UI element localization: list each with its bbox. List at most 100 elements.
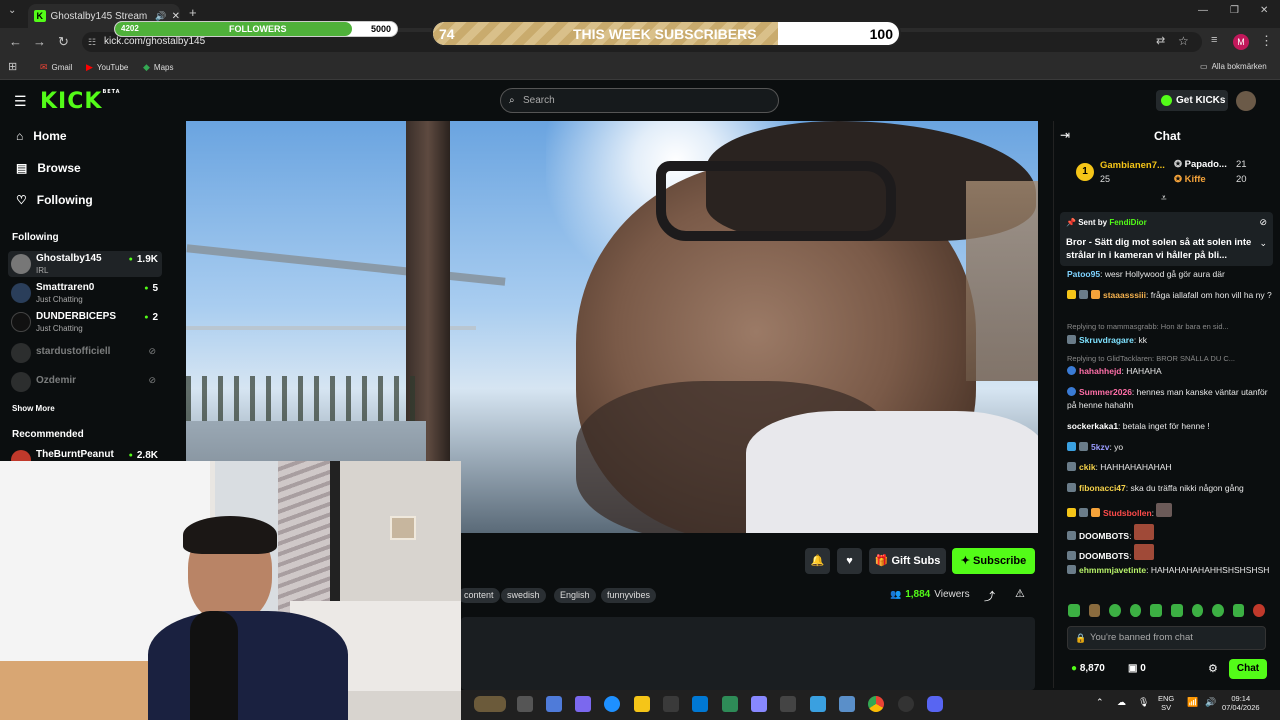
chat-username[interactable]: hahahhejd	[1079, 366, 1122, 376]
tag[interactable]: swedish	[501, 588, 546, 603]
chat-username[interactable]: Studsbollen	[1103, 508, 1152, 518]
minimize-icon[interactable]: —	[1198, 5, 1208, 16]
emote-icon[interactable]	[1109, 604, 1121, 617]
chat-send-button[interactable]: Chat	[1229, 659, 1267, 679]
pinned-sender[interactable]: FendiDior	[1109, 218, 1146, 227]
forward-icon[interactable]: →	[33, 34, 46, 49]
following-channel-offline[interactable]: Ozdemir ⊘	[8, 369, 162, 395]
subs-balance[interactable]: ▣ 0	[1128, 663, 1146, 674]
window-close-icon[interactable]: ✕	[1260, 5, 1268, 16]
reply-context[interactable]: Replying to GlidTacklaren: BROR SNÄLLA D…	[1067, 354, 1267, 363]
kicks-balance[interactable]: ● 8,870	[1071, 663, 1105, 674]
microphone-icon[interactable]: 🎙	[1138, 697, 1149, 708]
tag[interactable]: funnyvibes	[601, 588, 657, 603]
following-channel[interactable]: DUNDERBICEPS Just Chatting 2	[8, 309, 162, 335]
site-info-icon[interactable]: ☷	[88, 32, 96, 52]
emote-icon[interactable]	[1232, 604, 1245, 617]
leaderboard-name[interactable]: Gambianen7...	[1100, 160, 1165, 171]
emote-icon[interactable]	[1068, 604, 1080, 617]
chat-username[interactable]: Patoo95	[1067, 269, 1100, 279]
tray-chevron-icon[interactable]: ⌃	[1096, 697, 1104, 708]
volume-icon[interactable]: 🔊	[1205, 697, 1216, 708]
get-kicks-button[interactable]: Get KICKs	[1156, 90, 1228, 111]
chat-username[interactable]: sockerkaka1	[1067, 421, 1118, 431]
discord-icon[interactable]	[927, 696, 943, 712]
store-icon[interactable]	[663, 696, 679, 712]
app-icon[interactable]	[751, 696, 767, 712]
tray-app-icon[interactable]: ☁	[1117, 697, 1126, 708]
chat-username[interactable]: ehmmmjavetinte	[1079, 565, 1146, 575]
notification-bell-button[interactable]: 🔔	[805, 548, 830, 574]
chat-username[interactable]: fibonacci47	[1079, 483, 1126, 493]
expand-pinned-icon[interactable]: ⌄	[1259, 238, 1267, 249]
collapse-chat-icon[interactable]: ⇥	[1060, 128, 1070, 142]
chat-settings-gear-icon[interactable]: ⚙	[1208, 662, 1218, 675]
emote-icon[interactable]	[1150, 604, 1162, 617]
apps-grid-icon[interactable]: ⊞	[8, 60, 17, 73]
reload-icon[interactable]: ↻	[58, 34, 69, 50]
hamburger-menu-icon[interactable]: ☰	[14, 93, 27, 110]
file-explorer-icon[interactable]	[634, 696, 650, 712]
chat-input[interactable]: 🔒 You're banned from chat	[1067, 626, 1266, 650]
nav-following[interactable]: ♡ Following	[16, 193, 93, 207]
new-tab-icon[interactable]: +	[189, 5, 197, 20]
chat-username[interactable]: Summer2026	[1079, 387, 1132, 397]
following-channel[interactable]: Smattraren0 Just Chatting 5	[8, 280, 162, 306]
restore-icon[interactable]: ❐	[1230, 5, 1239, 16]
profile-avatar[interactable]: M	[1233, 34, 1249, 50]
reading-list-icon[interactable]: ≡	[1211, 34, 1217, 46]
recommended-channel[interactable]: TheBurntPeanut 2.8K	[8, 447, 162, 461]
tab-close-icon[interactable]: ✕	[172, 11, 180, 22]
copilot-icon[interactable]	[546, 696, 562, 712]
chat-username[interactable]: DOOMBOTS	[1079, 551, 1129, 561]
teams-icon[interactable]	[575, 696, 591, 712]
app-icon[interactable]	[780, 696, 796, 712]
show-more-link[interactable]: Show More	[12, 404, 55, 413]
all-bookmarks[interactable]: ▭ Alla bokmärken	[1200, 62, 1267, 71]
nav-browse[interactable]: ▤ Browse	[16, 161, 81, 175]
language-indicator[interactable]: ENG SV	[1158, 694, 1174, 712]
emote-icon[interactable]	[1088, 604, 1101, 617]
search-input[interactable]: ⌕ Search	[500, 88, 779, 113]
app-icon[interactable]	[898, 696, 914, 712]
chat-username[interactable]: Skruvdragare	[1079, 335, 1134, 345]
bookmark-gmail[interactable]: ✉ Gmail	[40, 62, 72, 73]
edge-icon[interactable]	[604, 696, 620, 712]
menu-kebab-icon[interactable]: ⋮	[1260, 33, 1273, 49]
wifi-icon[interactable]: 📶	[1187, 697, 1198, 708]
unpin-icon[interactable]: ⊘	[1259, 217, 1267, 228]
emote-icon[interactable]	[1170, 604, 1183, 617]
reply-context[interactable]: Replying to mammasgrabb: Hon är bara en …	[1067, 322, 1267, 331]
emote-icon[interactable]	[1191, 604, 1204, 617]
tab-search-icon[interactable]: ⌄	[8, 5, 16, 16]
chat-username[interactable]: 5kzv	[1091, 442, 1109, 452]
leaderboard-name[interactable]: ✪ Papado...	[1174, 159, 1227, 170]
emote-icon[interactable]	[1129, 604, 1142, 617]
bookmark-star-icon[interactable]: ☆	[1178, 34, 1189, 48]
share-icon[interactable]: ⤴	[984, 588, 995, 604]
back-icon[interactable]: ←	[9, 34, 22, 49]
app-icon[interactable]	[722, 696, 738, 712]
user-avatar[interactable]	[1236, 91, 1256, 111]
outlook-icon[interactable]	[692, 696, 708, 712]
translate-icon[interactable]: ⇄	[1156, 34, 1165, 47]
tag[interactable]: content	[458, 588, 500, 603]
bookmark-youtube[interactable]: ▶ YouTube	[86, 62, 128, 73]
chat-username[interactable]: staaasssiii	[1103, 290, 1146, 300]
emote-icon[interactable]	[1253, 604, 1265, 617]
subscribe-button[interactable]: ✦ Subscribe	[952, 548, 1035, 574]
chat-username[interactable]: DOOMBOTS	[1079, 531, 1129, 541]
following-channel[interactable]: Ghostalby145 IRL 1.9K	[8, 251, 162, 277]
chat-username[interactable]: ckik	[1079, 462, 1096, 472]
kick-logo[interactable]: KICKBETA	[40, 89, 121, 114]
weather-widget-icon[interactable]	[474, 696, 506, 712]
nav-home[interactable]: ⌂ Home	[16, 129, 67, 143]
bookmark-maps[interactable]: ◆ Maps	[143, 62, 173, 73]
chrome-icon[interactable]	[868, 696, 884, 712]
following-channel-offline[interactable]: stardustofficiell ⊘	[8, 340, 162, 366]
app-icon[interactable]	[810, 696, 826, 712]
gift-subs-button[interactable]: 🎁 Gift Subs	[869, 548, 946, 574]
expand-leaderboard-icon[interactable]: ⩡	[1161, 193, 1167, 204]
app-icon[interactable]	[839, 696, 855, 712]
follow-heart-button[interactable]: ♥	[837, 548, 862, 574]
